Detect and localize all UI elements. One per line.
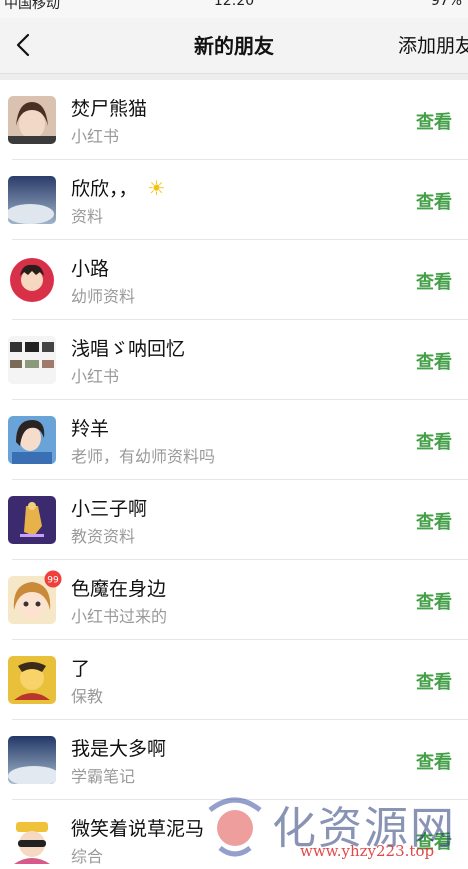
sun-icon: ☀ (147, 176, 166, 200)
friend-name: 小路 (71, 258, 110, 280)
friend-name: 浅唱ゞ呐回忆 (71, 338, 186, 360)
friend-name: 小三子啊 (71, 498, 148, 520)
list-item[interactable]: 我是大多啊 学霸笔记 查看 (0, 720, 468, 800)
clock: 12:20 (213, 0, 255, 9)
friend-note: 小红书 (71, 367, 120, 386)
status-bar: 中国移动 12:20 97% (0, 0, 468, 18)
view-button[interactable]: 查看 (416, 108, 452, 134)
add-friend-button[interactable]: 添加朋友 (398, 31, 468, 58)
view-button[interactable]: 查看 (416, 588, 452, 614)
friend-name: 羚羊 (71, 418, 110, 440)
avatar (8, 736, 56, 784)
list-item[interactable]: 小路 幼师资料 查看 (0, 240, 468, 320)
friend-note: 资料 (71, 207, 104, 226)
view-button[interactable]: 查看 (416, 348, 452, 374)
avatar (8, 496, 56, 544)
friend-name: 欣欣，， ☀ (71, 176, 166, 200)
view-button[interactable]: 查看 (416, 668, 452, 694)
list-item[interactable]: 小三子啊 教资资料 查看 (0, 480, 468, 560)
avatar: 99 (8, 570, 62, 624)
list-item[interactable]: 欣欣，， ☀ 资料 查看 (0, 160, 468, 240)
list-item[interactable]: 了 保教 查看 (0, 640, 468, 720)
friend-note: 小红书 (71, 127, 120, 146)
list-item[interactable]: 99 色魔在身边 小红书过来的 查看 (0, 560, 468, 640)
avatar (8, 336, 56, 384)
view-button[interactable]: 查看 (416, 508, 452, 534)
list-item[interactable]: 焚尸熊猫 小红书 查看 (0, 80, 468, 160)
view-button[interactable]: 查看 (416, 828, 452, 854)
badge-icon: 99 (44, 570, 62, 588)
list-item[interactable]: 浅唱ゞ呐回忆 小红书 查看 (0, 320, 468, 400)
view-button[interactable]: 查看 (416, 748, 452, 774)
friend-note: 幼师资料 (71, 287, 136, 306)
friend-note: 教资资料 (71, 527, 136, 546)
list-item[interactable]: 微笑着说草泥马 综合 查看 (0, 800, 468, 869)
friend-note: 综合 (71, 847, 104, 866)
view-button[interactable]: 查看 (416, 268, 452, 294)
navigation-bar: 新的朋友 添加朋友 (0, 18, 468, 74)
friend-name: 了 (71, 658, 91, 680)
svg-text:99: 99 (47, 576, 59, 586)
friend-name: 微笑着说草泥马 (71, 818, 205, 840)
avatar (8, 96, 56, 144)
friend-name: 焚尸熊猫 (71, 98, 148, 120)
friend-note: 老师，有幼师资料吗 (71, 447, 216, 466)
list-item[interactable]: 羚羊 老师，有幼师资料吗 查看 (0, 400, 468, 480)
friend-note: 保教 (71, 687, 104, 706)
view-button[interactable]: 查看 (416, 188, 452, 214)
friend-name: 色魔在身边 (71, 578, 167, 600)
avatar (8, 176, 56, 224)
friend-request-list: 焚尸熊猫 小红书 查看 欣欣，， ☀ 资料 查看 小路 幼师资料 查看 浅唱ゞ呐回… (0, 80, 468, 869)
friend-note: 学霸笔记 (71, 767, 136, 786)
friend-name: 我是大多啊 (71, 738, 167, 760)
avatar (8, 656, 56, 704)
battery-level: 97% (430, 0, 462, 9)
view-button[interactable]: 查看 (416, 428, 452, 454)
friend-note: 小红书过来的 (71, 607, 168, 626)
avatar (8, 256, 56, 304)
avatar (8, 816, 56, 864)
avatar (8, 416, 56, 464)
